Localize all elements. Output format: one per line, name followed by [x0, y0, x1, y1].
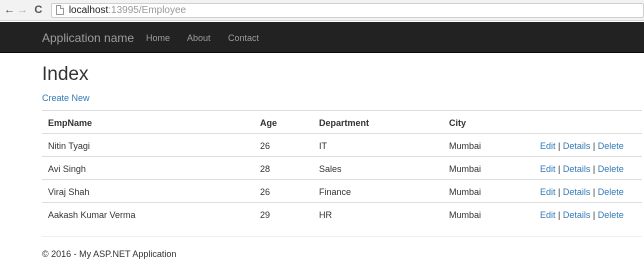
action-separator: |	[592, 187, 596, 197]
table-row: Aakash Kumar Verma 29 HR Mumbai Edit | D…	[42, 202, 642, 225]
page-icon	[55, 5, 64, 15]
cell-department: Finance	[319, 187, 352, 197]
table-header-row: EmpName Age Department City	[42, 110, 642, 133]
top-navbar: Application name Home About Contact	[0, 22, 644, 53]
brand-link[interactable]: Application name	[42, 31, 134, 45]
table-row: Viraj Shah 26 Finance Mumbai Edit | Deta…	[42, 179, 642, 202]
row-actions: Edit | Details | Delete	[540, 141, 624, 151]
cell-department: Sales	[319, 164, 342, 174]
nav-contact-link[interactable]: Contact	[228, 33, 259, 43]
header-department: Department	[319, 118, 370, 128]
cell-city: Mumbai	[449, 141, 482, 151]
details-link[interactable]: Details	[563, 164, 591, 174]
edit-link[interactable]: Edit	[540, 210, 556, 220]
browser-toolbar: ← → C localhost:13995/Employee	[0, 0, 644, 21]
action-separator: |	[592, 164, 596, 174]
edit-link[interactable]: Edit	[540, 164, 556, 174]
nav-about-link[interactable]: About	[187, 33, 211, 43]
url-path: :13995/Employee	[108, 4, 187, 16]
action-separator: |	[592, 210, 596, 220]
url-host: localhost	[68, 4, 109, 16]
header-empname: EmpName	[48, 118, 93, 128]
nav-home-link[interactable]: Home	[146, 33, 170, 43]
table-row: Nitin Tyagi 26 IT Mumbai Edit | Details …	[42, 133, 642, 156]
details-link[interactable]: Details	[563, 141, 591, 151]
action-separator: |	[558, 210, 561, 220]
header-age: Age	[260, 118, 278, 128]
back-arrow-icon[interactable]: ←	[3, 4, 16, 16]
delete-link[interactable]: Delete	[598, 187, 624, 197]
row-actions: Edit | Details | Delete	[540, 187, 624, 197]
action-separator: |	[558, 164, 561, 174]
cell-age: 26	[260, 141, 271, 151]
cell-department: IT	[319, 141, 327, 151]
action-separator: |	[558, 187, 561, 197]
table-row: Avi Singh 28 Sales Mumbai Edit | Details…	[42, 156, 642, 179]
delete-link[interactable]: Delete	[598, 164, 624, 174]
cell-age: 29	[260, 210, 271, 220]
cell-city: Mumbai	[449, 210, 482, 220]
details-link[interactable]: Details	[563, 187, 591, 197]
cell-empname: Viraj Shah	[48, 187, 90, 197]
cell-department: HR	[319, 210, 332, 220]
details-link[interactable]: Details	[563, 210, 591, 220]
reload-icon[interactable]: C	[32, 4, 45, 16]
cell-age: 26	[260, 187, 271, 197]
action-separator: |	[592, 141, 596, 151]
action-separator: |	[558, 141, 561, 151]
create-new-link[interactable]: Create New	[42, 93, 90, 103]
footer-divider	[42, 236, 642, 237]
cell-empname: Avi Singh	[48, 164, 86, 174]
forward-arrow-icon[interactable]: →	[16, 4, 29, 16]
row-actions: Edit | Details | Delete	[540, 210, 624, 220]
cell-empname: Nitin Tyagi	[48, 141, 90, 151]
cell-city: Mumbai	[449, 164, 482, 174]
edit-link[interactable]: Edit	[540, 141, 556, 151]
edit-link[interactable]: Edit	[540, 187, 556, 197]
address-bar[interactable]: localhost:13995/Employee	[50, 2, 644, 18]
delete-link[interactable]: Delete	[598, 141, 624, 151]
cell-age: 28	[260, 164, 271, 174]
header-city: City	[449, 118, 467, 128]
row-actions: Edit | Details | Delete	[540, 164, 624, 174]
footer-text: © 2016 - My ASP.NET Application	[42, 249, 177, 259]
page-title: Index	[42, 64, 89, 85]
cell-city: Mumbai	[449, 187, 482, 197]
cell-empname: Aakash Kumar Verma	[48, 210, 136, 220]
delete-link[interactable]: Delete	[598, 210, 624, 220]
